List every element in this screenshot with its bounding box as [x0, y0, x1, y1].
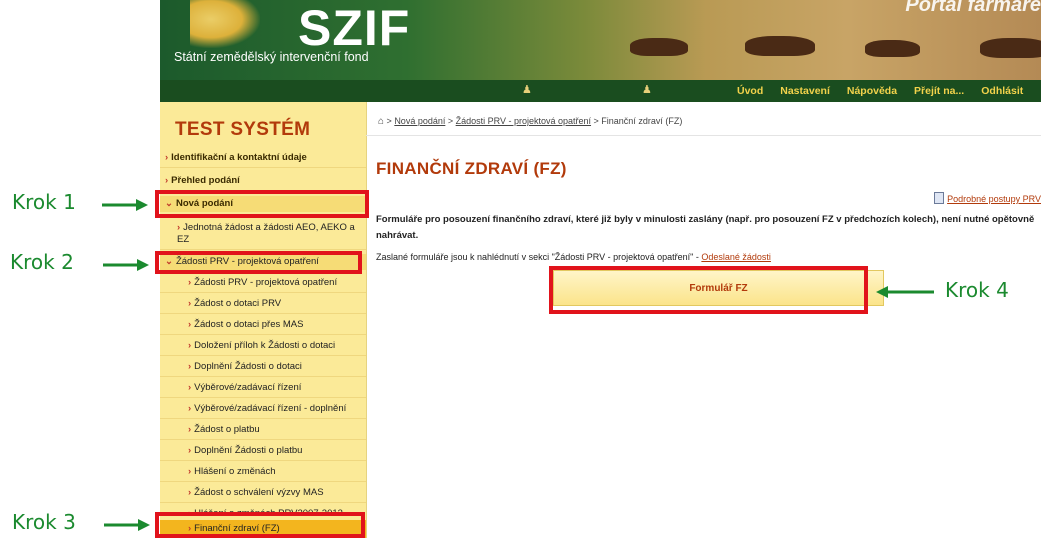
chevron-right-icon: › — [188, 361, 192, 372]
nav-links: Úvod Nastavení Nápověda Přejít na... Odh… — [737, 80, 1040, 102]
step2-label: Krok 2 — [10, 250, 74, 274]
sidebar-item-doplneni-zadosti-o-platbu[interactable]: › Doplnění Žádosti o platbu — [160, 445, 366, 456]
arrow-right-icon — [102, 199, 148, 211]
sidebar-item-zadosti-prv-sub[interactable]: › Žádosti PRV - projektová opatření — [160, 277, 366, 288]
sidebar-item-zadosti-prv[interactable]: ⌄ Žádosti PRV - projektová opatření — [160, 254, 366, 270]
sidebar-item-schvaleni-vyzvy-mas[interactable]: › Žádost o schválení výzvy MAS — [160, 487, 366, 498]
arrow-right-icon — [104, 519, 150, 531]
chevron-right-icon: › — [165, 175, 169, 186]
cattle-image — [745, 36, 815, 56]
chevron-down-icon: ⌄ — [165, 256, 173, 267]
header-banner: SZIF Státní zemědělský intervenční fond … — [160, 0, 1041, 80]
nav-uvod[interactable]: Úvod — [737, 85, 763, 97]
cattle-image — [980, 38, 1041, 58]
chevron-right-icon: › — [188, 508, 192, 519]
portal-title: Portál farmáře — [905, 0, 1041, 16]
chevron-right-icon: › — [188, 382, 192, 393]
sidebar-item-financni-zdravi[interactable]: › Finanční zdraví (FZ) — [160, 520, 366, 538]
chevron-right-icon: › — [188, 445, 192, 456]
sidebar: TEST SYSTÉM › Identifikační a kontaktní ú… — [160, 102, 367, 538]
chevron-right-icon: › — [188, 298, 192, 309]
breadcrumb-current: Finanční zdraví (FZ) — [601, 116, 683, 126]
chevron-right-icon: › — [188, 466, 192, 477]
nav-napoveda[interactable]: Nápověda — [847, 85, 897, 97]
sidebar-item-nova-podani[interactable]: ⌄ Nová podání — [160, 196, 366, 212]
chevron-right-icon: › — [188, 487, 192, 498]
step1-label: Krok 1 — [12, 190, 76, 214]
arrow-left-icon — [876, 286, 934, 298]
sidebar-item-vyberove-rizeni[interactable]: › Výběrové/zadávací řízení — [160, 382, 366, 393]
sidebar-item-prehled-podani[interactable]: › Přehled podání — [160, 175, 366, 186]
chevron-right-icon: › — [165, 152, 169, 163]
chevron-right-icon: › — [188, 424, 192, 435]
sidebar-item-identifikacni-udaje[interactable]: › Identifikační a kontaktní údaje — [160, 152, 366, 163]
procedures-link[interactable]: Podrobné postupy PRV — [934, 192, 1041, 204]
chevron-right-icon: › — [188, 340, 192, 351]
top-navigation: ♟ ♟ Úvod Nastavení Nápověda Přejít na...… — [160, 80, 1041, 102]
organization-subtitle: Státní zemědělský intervenční fond — [174, 50, 369, 64]
sidebar-item-hlaseni-o-zmenach[interactable]: › Hlášení o změnách — [160, 466, 366, 477]
main-content: ⌂ > Nová podání > Žádosti PRV - projekto… — [366, 102, 1041, 538]
chevron-right-icon: › — [177, 222, 181, 233]
document-icon — [934, 192, 945, 204]
wheat-image — [190, 0, 260, 48]
chevron-down-icon: ⌄ — [165, 198, 173, 209]
step3-label: Krok 3 — [12, 510, 76, 534]
sent-note: Zaslané formuláře jsou k nahlédnutí v se… — [376, 252, 771, 262]
nav-odhlasit[interactable]: Odhlásit — [981, 85, 1023, 97]
system-title: TEST SYSTÉM — [175, 119, 311, 140]
sidebar-item-zadost-pres-mas[interactable]: › Žádost o dotaci přes MAS — [160, 319, 366, 330]
sidebar-item-vyberove-rizeni-doplneni[interactable]: › Výběrové/zadávací řízení - doplnění — [160, 403, 366, 414]
sidebar-item-zadost-o-dotaci-prv[interactable]: › Žádost o dotaci PRV — [160, 298, 366, 309]
sent-requests-link[interactable]: Odeslané žádosti — [701, 252, 771, 262]
sidebar-item-jednotna-zadost[interactable]: › Jednotná žádost a žádosti AEO, AEKO a E… — [160, 222, 366, 246]
chevron-right-icon: › — [188, 319, 192, 330]
sidebar-item-doplneni-zadosti-o-dotaci[interactable]: › Doplnění Žádosti o dotaci — [160, 361, 366, 372]
user-icon[interactable]: ♟ — [522, 84, 532, 96]
sidebar-item-hlaseni-prv2007[interactable]: › Hlášení o změnách PRV2007-2013 — [160, 508, 366, 519]
sidebar-item-zadost-o-platbu[interactable]: › Žádost o platbu — [160, 424, 366, 435]
breadcrumb-nova-podani[interactable]: Nová podání — [394, 116, 445, 126]
chevron-right-icon: › — [188, 277, 192, 288]
breadcrumb: ⌂ > Nová podání > Žádosti PRV - projekto… — [378, 116, 683, 127]
arrow-right-icon — [103, 259, 149, 271]
chevron-right-icon: › — [188, 523, 192, 534]
szif-logo: SZIF — [298, 0, 411, 56]
form-fz-button[interactable]: Formulář FZ — [553, 270, 884, 306]
cattle-image — [630, 38, 688, 56]
divider — [366, 135, 1041, 136]
info-text: Formuláře pro posouzení finančního zdrav… — [376, 214, 1035, 241]
breadcrumb-zadosti-prv[interactable]: Žádosti PRV - projektová opatření — [456, 116, 591, 126]
cattle-image — [865, 40, 920, 57]
nav-prejit-na[interactable]: Přejít na... — [914, 85, 964, 97]
nav-nastaveni[interactable]: Nastavení — [780, 85, 830, 97]
sidebar-item-dolozeni-priloh[interactable]: › Doložení příloh k Žádosti o dotaci — [160, 340, 366, 351]
page-title: FINANČNÍ ZDRAVÍ (FZ) — [376, 159, 567, 178]
chevron-right-icon: › — [188, 403, 192, 414]
user-icon[interactable]: ♟ — [642, 84, 652, 96]
step4-label: Krok 4 — [945, 278, 1009, 302]
